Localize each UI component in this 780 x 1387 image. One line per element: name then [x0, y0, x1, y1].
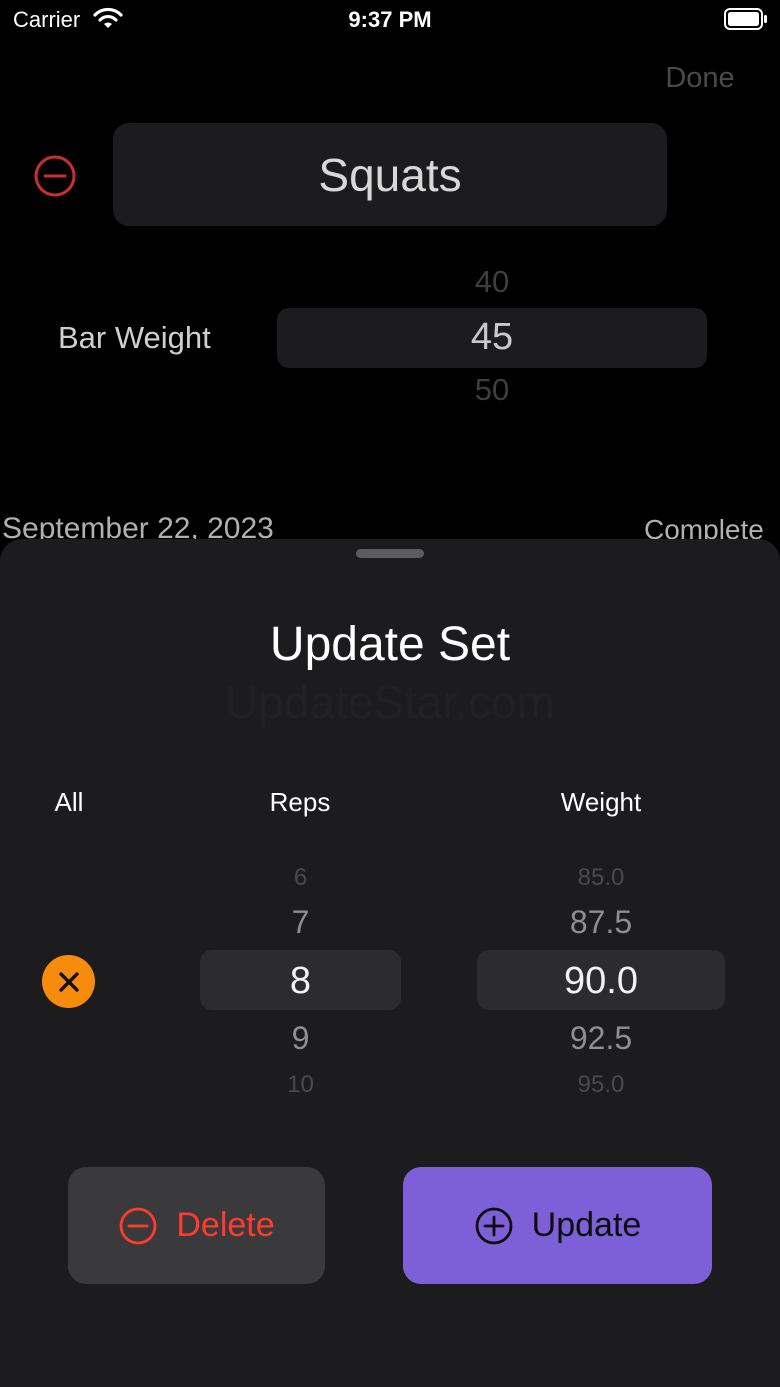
plus-circle-icon	[475, 1207, 513, 1244]
update-set-sheet: Update Set UpdateStar.com All Reps Weigh…	[0, 539, 780, 1387]
delete-label: Delete	[176, 1206, 275, 1244]
column-header-weight: Weight	[560, 787, 642, 817]
weight-selected[interactable]: 90.0	[477, 960, 725, 1003]
update-button[interactable]: Update	[403, 1167, 712, 1284]
reps-option[interactable]: 6	[200, 864, 401, 890]
weight-option[interactable]: 95.0	[477, 1071, 725, 1093]
update-label: Update	[531, 1206, 642, 1244]
reps-selected[interactable]: 8	[200, 960, 401, 1003]
screen: Carrier 9:37 PM Done Squats Bar Weight 4…	[0, 0, 780, 1387]
clock: 9:37 PM	[348, 7, 432, 32]
delete-button[interactable]: Delete	[68, 1167, 325, 1284]
done-button[interactable]: Done	[640, 62, 760, 102]
exercise-name-field[interactable]: Squats	[113, 123, 667, 226]
reps-option[interactable]: 9	[200, 1020, 401, 1057]
column-header-reps: Reps	[269, 787, 331, 817]
watermark: UpdateStar.com	[225, 676, 555, 728]
x-mark-icon	[58, 971, 79, 992]
column-header-all: All	[54, 787, 84, 817]
bar-weight-label: Bar Weight	[58, 320, 211, 355]
weight-option[interactable]: 85.0	[477, 864, 725, 890]
sheet-title: Update Set	[269, 618, 511, 671]
minus-circle-icon	[119, 1207, 157, 1244]
status-bar: Carrier 9:37 PM	[0, 0, 780, 40]
minus-circle-icon[interactable]	[33, 154, 77, 198]
battery-icon	[724, 8, 767, 30]
reps-option[interactable]: 7	[200, 904, 401, 941]
bar-weight-selected[interactable]: 45	[277, 316, 707, 359]
bar-weight-option[interactable]: 40	[277, 264, 707, 300]
sheet-grabber[interactable]	[356, 549, 424, 558]
reps-option[interactable]: 10	[200, 1071, 401, 1093]
clear-all-button[interactable]	[42, 955, 95, 1008]
bar-weight-option[interactable]: 50	[277, 372, 707, 408]
weight-option[interactable]: 92.5	[477, 1020, 725, 1057]
weight-option[interactable]: 87.5	[477, 904, 725, 941]
